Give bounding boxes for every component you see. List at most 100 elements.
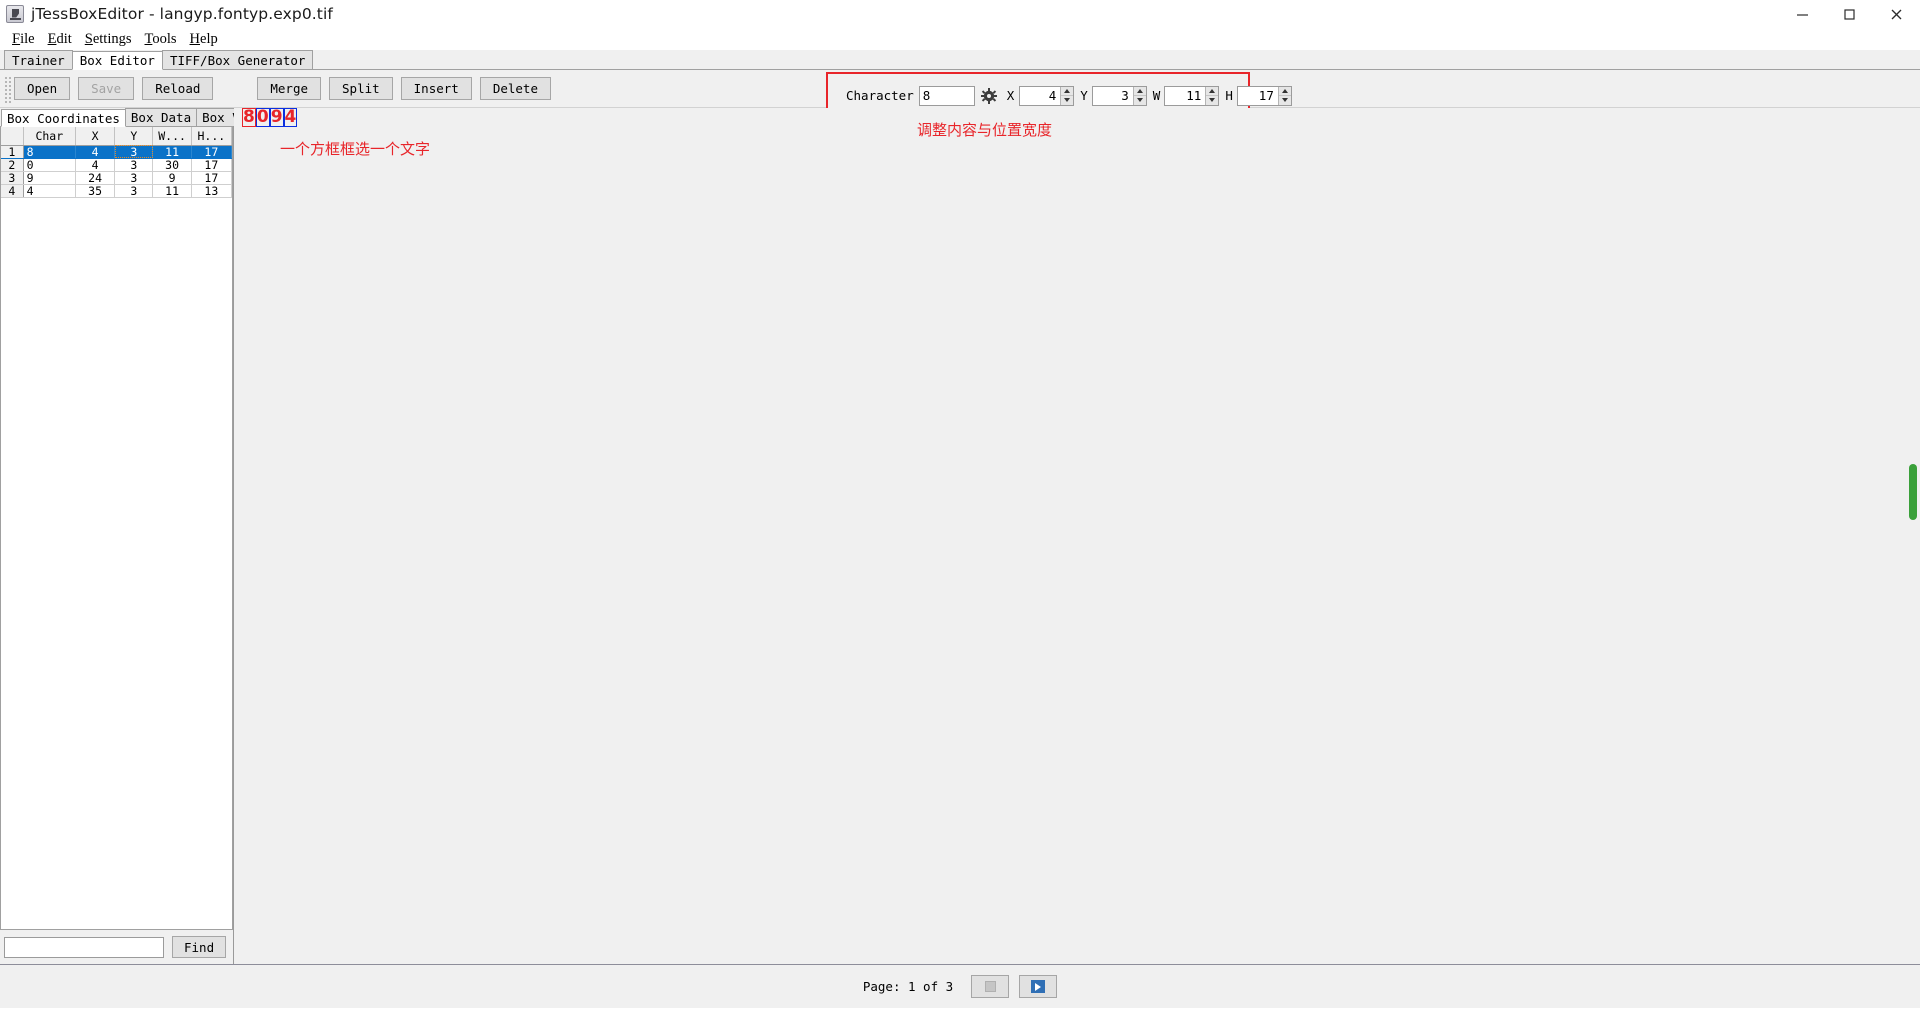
open-button[interactable]: Open <box>14 77 71 100</box>
toolbar-grip[interactable] <box>3 74 11 103</box>
h-spinner[interactable]: 17 <box>1236 85 1292 106</box>
col-y[interactable]: Y <box>114 127 154 146</box>
find-input[interactable] <box>4 936 164 958</box>
tab-tiff-box-generator[interactable]: TIFF/Box Generator <box>161 50 314 69</box>
menu-help[interactable]: Help <box>184 30 225 49</box>
next-page-button[interactable] <box>1019 975 1058 998</box>
find-button[interactable]: Find <box>172 936 227 958</box>
x-value[interactable]: 4 <box>1020 87 1060 105</box>
menu-edit[interactable]: Edit <box>42 30 79 49</box>
menu-edit-label: dit <box>56 30 72 47</box>
cell-y[interactable]: 3 <box>114 171 154 185</box>
h-spinner-down[interactable] <box>1278 96 1291 105</box>
glyph-box[interactable]: 9 <box>269 108 284 127</box>
cell-h[interactable]: 17 <box>191 171 232 185</box>
tab-box-editor[interactable]: Box Editor <box>71 51 163 70</box>
canvas-vertical-scrollbar[interactable] <box>1906 108 1920 964</box>
left-panel-subtabs: Box Coordinates Box Data Box View <box>0 108 269 127</box>
cell-y[interactable]: 3 <box>114 158 154 172</box>
main-content: Box Coordinates Box Data Box View Char X… <box>0 108 1920 964</box>
minimize-icon[interactable] <box>1779 0 1826 28</box>
window-title: jTessBoxEditor - langyp.fontyp.exp0.tif <box>31 4 333 23</box>
find-bar: Find <box>0 930 233 964</box>
gear-icon[interactable] <box>980 86 997 106</box>
menu-settings[interactable]: Settings <box>79 30 139 49</box>
h-spinner-buttons[interactable] <box>1277 86 1291 105</box>
y-spinner[interactable]: 3 <box>1091 85 1147 106</box>
maximize-icon[interactable] <box>1826 0 1873 28</box>
glyph-box[interactable]: 4 <box>283 108 298 127</box>
menu-help-label: elp <box>200 30 218 47</box>
cell-w[interactable]: 11 <box>152 145 192 159</box>
tab-trainer[interactable]: Trainer <box>4 50 73 69</box>
split-button[interactable]: Split <box>329 77 393 100</box>
col-w[interactable]: W... <box>152 127 192 146</box>
w-spinner-down[interactable] <box>1206 96 1219 105</box>
cell-h[interactable]: 17 <box>191 158 232 172</box>
table-row[interactable]: 2 0 4 3 30 17 <box>1 158 232 172</box>
cell-char[interactable]: 4 <box>23 184 76 198</box>
table-row[interactable]: 4 4 35 3 11 13 <box>1 184 232 198</box>
glyph-box[interactable]: 8 <box>242 108 256 127</box>
cell-char[interactable]: 0 <box>23 158 76 172</box>
row-number[interactable]: 3 <box>1 171 24 185</box>
y-spinner-up[interactable] <box>1133 86 1146 96</box>
w-label: W <box>1152 88 1161 103</box>
cell-char[interactable]: 9 <box>23 171 76 185</box>
row-number[interactable]: 1 <box>1 145 24 159</box>
menu-tools[interactable]: Tools <box>139 30 184 49</box>
w-value[interactable]: 11 <box>1165 87 1205 105</box>
x-spinner[interactable]: 4 <box>1019 85 1075 106</box>
glyph-box[interactable]: 0 <box>255 108 270 127</box>
insert-button[interactable]: Insert <box>400 77 472 100</box>
box-coordinates-table-wrap: Char X Y W... H... 1 8 4 3 11 17 2 0 4 3… <box>0 127 233 930</box>
cell-char[interactable]: 8 <box>23 145 76 159</box>
close-icon[interactable] <box>1873 0 1920 28</box>
tab-box-editor-label: Box Editor <box>79 53 155 68</box>
cell-x[interactable]: 4 <box>75 145 116 159</box>
menu-file[interactable]: File <box>6 30 42 49</box>
cell-x[interactable]: 4 <box>75 158 116 172</box>
row-number[interactable]: 4 <box>1 184 24 198</box>
y-value[interactable]: 3 <box>1093 87 1133 105</box>
x-spinner-buttons[interactable] <box>1060 86 1074 105</box>
cell-w[interactable]: 11 <box>152 184 192 198</box>
w-spinner-up[interactable] <box>1206 86 1219 96</box>
merge-button[interactable]: Merge <box>257 77 322 100</box>
w-spinner-buttons[interactable] <box>1205 86 1219 105</box>
cell-h[interactable]: 17 <box>191 145 232 159</box>
h-value[interactable]: 17 <box>1238 87 1278 105</box>
col-x[interactable]: X <box>75 127 116 146</box>
col-h[interactable]: H... <box>191 127 232 146</box>
y-spinner-buttons[interactable] <box>1132 86 1146 105</box>
col-rownum[interactable] <box>1 127 24 146</box>
subtab-box-data[interactable]: Box Data <box>124 108 198 126</box>
cell-w[interactable]: 30 <box>152 158 192 172</box>
annotation-left-text: 一个方框框选一个文字 <box>280 140 431 158</box>
cell-x[interactable]: 35 <box>75 184 116 198</box>
h-spinner-up[interactable] <box>1278 86 1291 96</box>
cell-h[interactable]: 13 <box>191 184 232 198</box>
scrollbar-thumb[interactable] <box>1909 464 1917 520</box>
cell-w[interactable]: 9 <box>152 171 192 185</box>
cell-y[interactable]: 3 <box>114 184 154 198</box>
save-button: Save <box>78 77 135 100</box>
reload-button[interactable]: Reload <box>142 77 214 100</box>
cell-y[interactable]: 3 <box>114 145 154 159</box>
delete-button[interactable]: Delete <box>479 77 551 100</box>
x-spinner-up[interactable] <box>1061 86 1074 96</box>
row-number[interactable]: 2 <box>1 158 24 172</box>
x-spinner-down[interactable] <box>1061 96 1074 105</box>
col-char[interactable]: Char <box>23 127 76 146</box>
menu-file-label: ile <box>20 30 35 47</box>
cell-x[interactable]: 24 <box>75 171 116 185</box>
box-image-preview[interactable]: 8 0 9 4 <box>242 108 298 127</box>
y-spinner-down[interactable] <box>1133 96 1146 105</box>
table-row[interactable]: 1 8 4 3 11 17 <box>1 145 232 159</box>
image-canvas[interactable]: 8 0 9 4 一个方框框选一个文字 调整内容与位置宽度 <box>234 108 1920 964</box>
previous-page-button[interactable] <box>971 975 1010 998</box>
subtab-box-coordinates[interactable]: Box Coordinates <box>1 109 126 127</box>
w-spinner[interactable]: 11 <box>1164 85 1220 106</box>
character-input[interactable] <box>918 85 975 106</box>
table-row[interactable]: 3 9 24 3 9 17 <box>1 171 232 185</box>
